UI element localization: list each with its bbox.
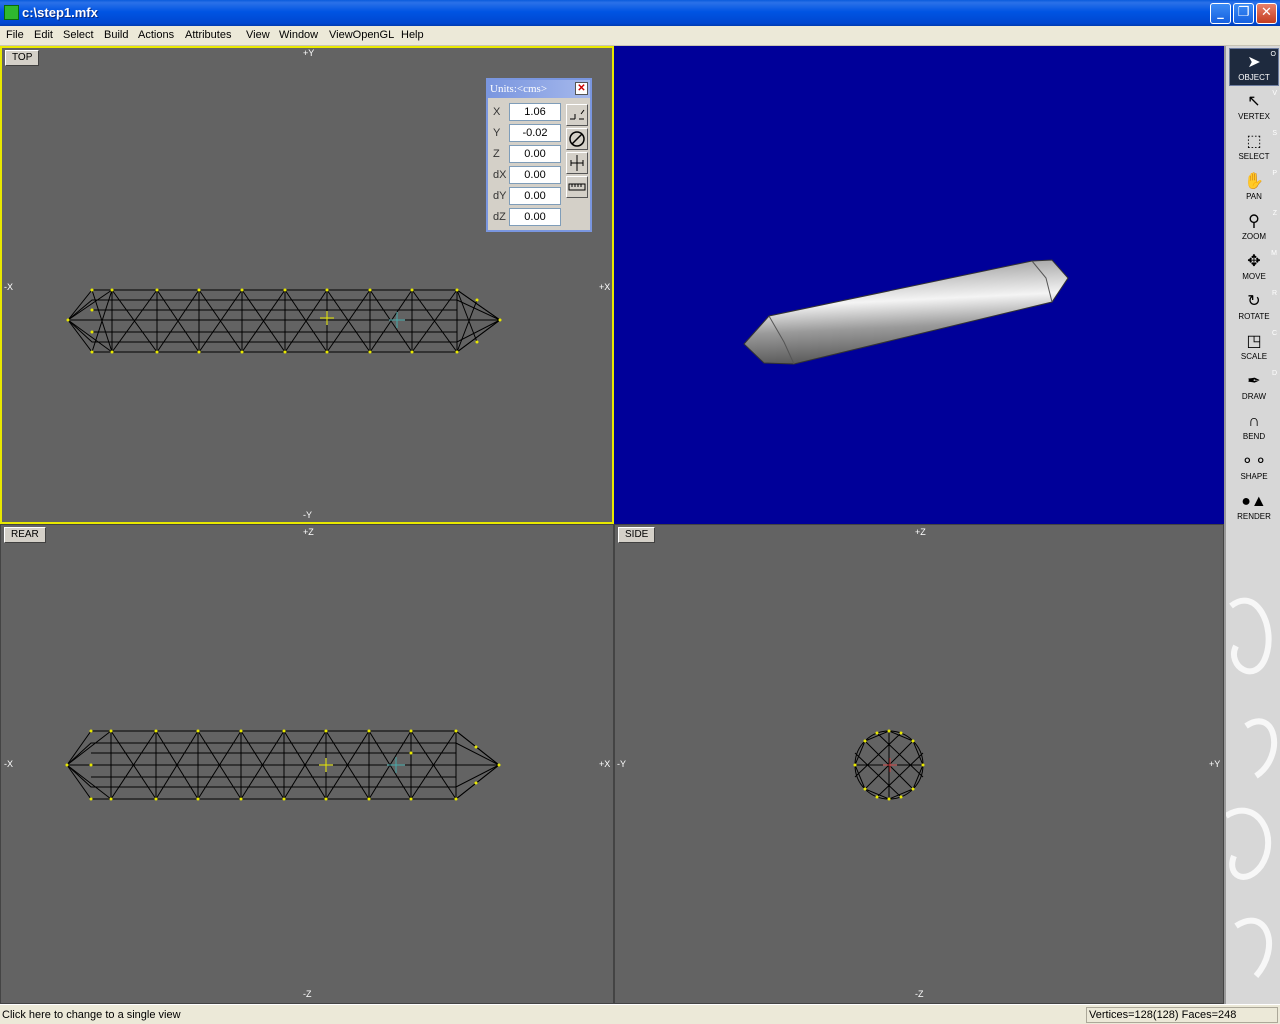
menu-viewopengl[interactable]: ViewOpenGL (329, 29, 394, 41)
tool-move[interactable]: M ✥ MOVE (1229, 248, 1279, 286)
title-bar: c:\step1.mfx _ ❐ ✕ (0, 0, 1280, 26)
tool-vertex[interactable]: V ↖ VERTEX (1229, 88, 1279, 126)
tool-draw-key: D (1271, 370, 1277, 377)
tool-pan[interactable]: P ✋ PAN (1229, 168, 1279, 206)
units-x-field[interactable]: 1.06 (509, 103, 561, 121)
side-wireframe (853, 729, 925, 801)
top-viewport[interactable]: TOP +Y -Y -X +X Units:<cms> ✕ X 1.06 Y -0.… (0, 46, 614, 524)
units-y-field[interactable]: -0.02 (509, 124, 561, 142)
status-hint[interactable]: Click here to change to a single view (2, 1009, 181, 1021)
units-snap-icon[interactable] (566, 104, 588, 126)
tool-vertex-label: VERTEX (1238, 112, 1270, 121)
status-bar: Click here to change to a single view Ve… (0, 1004, 1280, 1024)
tool-shape[interactable]: ⚬⚬ SHAPE (1229, 448, 1279, 486)
units-ruler-icon[interactable] (566, 176, 588, 198)
minimize-button[interactable]: _ (1210, 3, 1231, 24)
status-counts: Vertices=128(128) Faces=248 (1086, 1007, 1278, 1023)
tool-render[interactable]: ●▲ RENDER (1229, 488, 1279, 526)
tool-vertex-key: V (1272, 90, 1277, 97)
tool-bend-label: BEND (1242, 432, 1266, 441)
units-label-x: X (493, 106, 501, 118)
rear-wireframe (65, 729, 501, 801)
tool-select-label: SELECT (1238, 152, 1270, 161)
tool-object[interactable]: O ➤ OBJECT (1229, 48, 1279, 86)
tool-bend[interactable]: ∩ BEND (1229, 408, 1279, 446)
tool-move-key: M (1271, 250, 1277, 257)
tool-scale-key: C (1271, 330, 1277, 337)
units-dz-field[interactable]: 0.00 (509, 208, 561, 226)
tool-object-key: O (1270, 51, 1276, 58)
tool-draw[interactable]: D ✒ DRAW (1229, 368, 1279, 406)
tool-move-label: MOVE (1242, 272, 1266, 281)
tool-pan-key: P (1272, 170, 1277, 177)
tool-render-label: RENDER (1237, 512, 1271, 521)
tool-rotate[interactable]: R ↻ ROTATE (1229, 288, 1279, 326)
menu-edit[interactable]: Edit (34, 29, 53, 41)
magnet-icon: ∩ (1248, 413, 1260, 430)
perspective-viewport[interactable] (614, 46, 1224, 524)
tool-select[interactable]: S ⬚ SELECT (1229, 128, 1279, 166)
side-viewport[interactable]: SIDE +Z -Z -Y +Y (614, 524, 1224, 1004)
maximize-button[interactable]: ❐ (1233, 3, 1254, 24)
shapes-icon: ⚬⚬ (1240, 453, 1268, 470)
units-align-icon[interactable] (566, 152, 588, 174)
units-dx-field[interactable]: 0.00 (509, 166, 561, 184)
tool-rotate-label: ROTATE (1238, 312, 1270, 321)
tool-shape-label: SHAPE (1240, 472, 1268, 481)
menu-file[interactable]: File (6, 29, 24, 41)
window-title: c:\step1.mfx (22, 5, 98, 20)
menu-select[interactable]: Select (63, 29, 94, 41)
rendered-cylinder (743, 259, 1069, 365)
units-close-icon[interactable]: ✕ (575, 82, 588, 95)
app-icon (4, 5, 19, 20)
close-button[interactable]: ✕ (1256, 3, 1277, 24)
units-label-dy: dY (493, 190, 507, 202)
units-label-dx: dX (493, 169, 507, 181)
render-spheres-icon: ●▲ (1241, 493, 1267, 510)
rear-viewport[interactable]: REAR +Z -Z -X +X (0, 524, 614, 1004)
units-dialog-title: Units:<cms> ✕ (488, 80, 590, 98)
tool-select-key: S (1272, 130, 1277, 137)
tool-zoom-key: Z (1272, 210, 1277, 217)
tool-scale-label: SCALE (1240, 352, 1268, 361)
units-label-z: Z (493, 148, 500, 160)
units-title-text: Units:<cms> (490, 83, 548, 95)
units-label-dz: dZ (493, 211, 506, 223)
tool-object-label: OBJECT (1238, 73, 1270, 82)
units-dy-field[interactable]: 0.00 (509, 187, 561, 205)
menu-view[interactable]: View (246, 29, 270, 41)
units-label-y: Y (493, 127, 501, 139)
menu-build[interactable]: Build (104, 29, 128, 41)
tool-scale[interactable]: C ◳ SCALE (1229, 328, 1279, 366)
units-disable-icon[interactable] (566, 128, 588, 150)
menu-attributes[interactable]: Attributes (185, 29, 231, 41)
menu-help[interactable]: Help (401, 29, 424, 41)
tool-zoom[interactable]: Z ⚲ ZOOM (1229, 208, 1279, 246)
units-z-field[interactable]: 0.00 (509, 145, 561, 163)
menu-actions[interactable]: Actions (138, 29, 174, 41)
tool-draw-label: DRAW (1241, 392, 1267, 401)
menu-window[interactable]: Window (279, 29, 318, 41)
tool-zoom-label: ZOOM (1242, 232, 1266, 241)
menu-bar: File Edit Select Build Actions Attribute… (0, 26, 1280, 46)
units-dialog: Units:<cms> ✕ X 1.06 Y -0.02 Z 0.00 dX 0.00 … (486, 78, 592, 232)
tool-palette: O ➤ OBJECT V ↖ VERTEX S ⬚ SELECT P ✋ PAN… (1224, 46, 1280, 1004)
tool-pan-label: PAN (1246, 192, 1262, 201)
magnifier-icon: ⚲ (1248, 213, 1260, 230)
tool-rotate-key: R (1271, 290, 1277, 297)
